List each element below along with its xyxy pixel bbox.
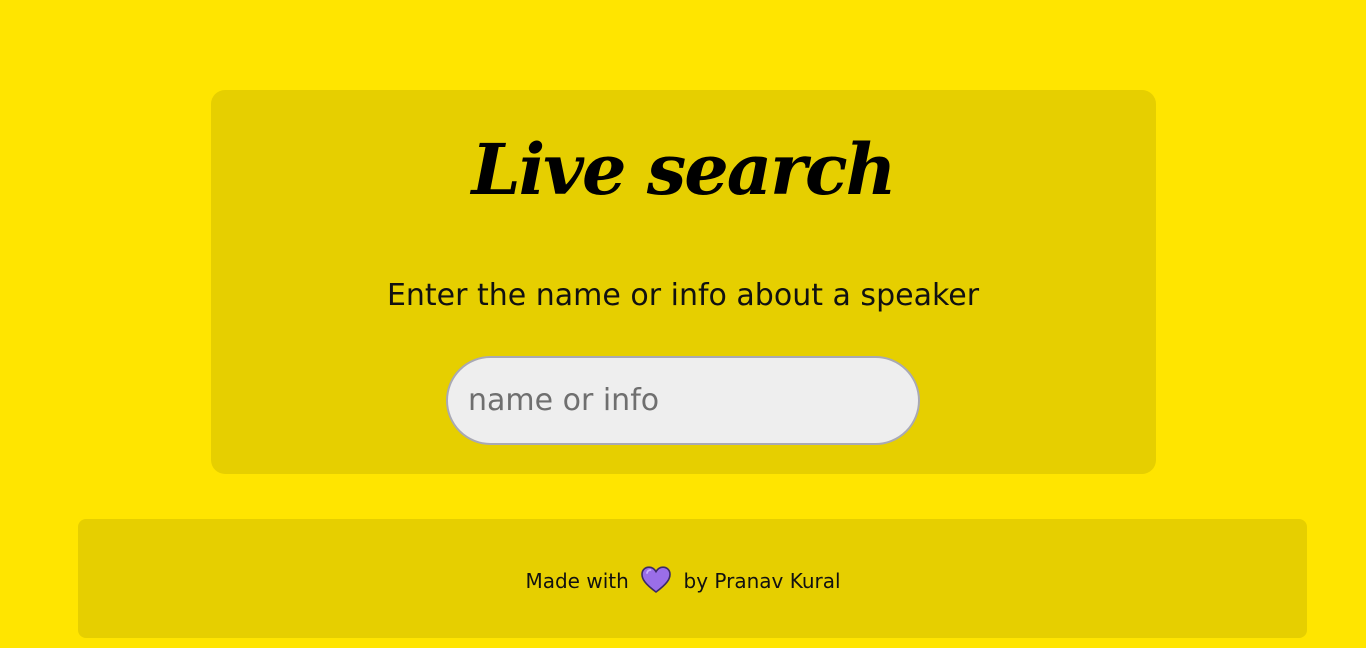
search-instructions: Enter the name or info about a speaker bbox=[386, 278, 980, 313]
footer-prefix-text: Made with bbox=[525, 569, 629, 593]
page-title: Live search bbox=[471, 128, 896, 211]
footer-credit: Made with by Pranav Kural bbox=[0, 562, 1366, 600]
footer-author-text: by Pranav Kural bbox=[683, 569, 841, 593]
heart-icon bbox=[641, 566, 671, 594]
search-input[interactable] bbox=[446, 356, 920, 445]
